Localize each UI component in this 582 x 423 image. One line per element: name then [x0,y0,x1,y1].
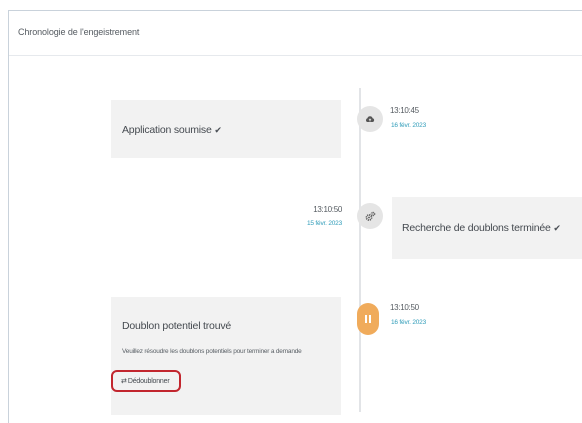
event-node [357,106,383,132]
event-title-text: Application soumise [122,124,212,136]
event-time: 13:10:45 [390,106,419,115]
deduplicate-button-label: Dédoublonner [127,377,170,385]
checkmark-icon: ✔ [214,125,222,135]
event-date: 15 févr. 2023 [307,220,342,227]
cloud-upload-icon [365,116,375,122]
deduplicate-button[interactable]: ⇄ Dédoublonner [111,370,181,392]
pause-icon [365,315,371,323]
event-time: 13:10:50 [390,303,419,312]
gears-icon [365,211,375,221]
event-card-duplicate-found: Doublon potentiel trouvé Veuillez résoud… [111,297,341,415]
event-card-duplicate-search: Recherche de doublons terminée ✔ [392,197,582,259]
event-node-pending [357,303,379,335]
event-date: 16 févr. 2023 [391,122,426,129]
event-card-submitted: Application soumise ✔ [111,100,341,158]
event-title-text: Recherche de doublons terminée [402,222,551,234]
event-message: Veuillez résoudre les doublons potentiel… [122,348,302,355]
panel-header: Chronologie de l'engeistrement [9,11,582,56]
event-title: Doublon potentiel trouvé [122,320,232,332]
checkmark-icon: ✔ [553,223,561,233]
event-node [357,203,383,229]
event-date: 16 févr. 2023 [391,319,426,326]
event-title: Application soumise ✔ [122,124,222,136]
event-title: Recherche de doublons terminée ✔ [402,222,561,234]
swap-arrows-icon: ⇄ [121,378,127,385]
panel-title: Chronologie de l'engeistrement [18,27,140,37]
event-time: 13:10:50 [313,205,342,214]
timeline-line [359,88,361,412]
